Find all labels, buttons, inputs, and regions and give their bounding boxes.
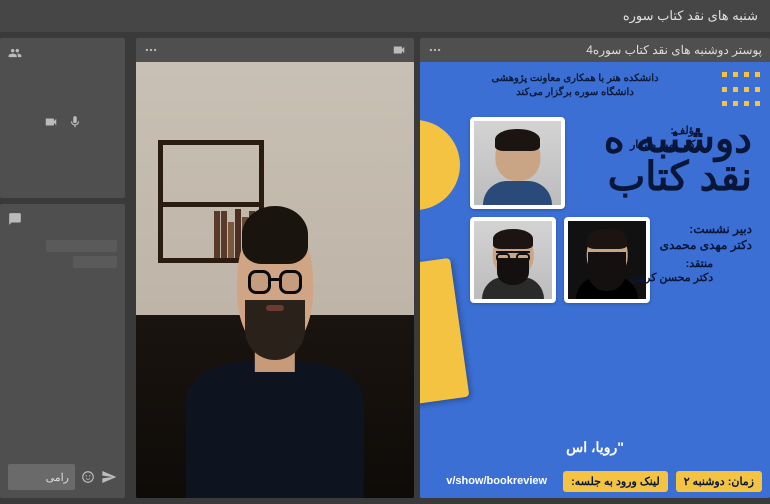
chat-input-row: رامی: [8, 464, 117, 490]
presenter-column: [130, 32, 420, 504]
presenter-video-pod: [136, 38, 414, 498]
main-layout: رامی: [0, 32, 770, 504]
share-pod: پوستر دوشنبه های نقد کتاب سوره4 دانشکده …: [420, 38, 770, 498]
book-cover: [420, 258, 469, 406]
share-pod-bar: پوستر دوشنبه های نقد کتاب سوره4: [420, 38, 770, 62]
link-value: v/show/bookreview: [438, 471, 555, 492]
chat-message: [46, 240, 117, 252]
send-icon[interactable]: [101, 469, 117, 485]
chat-icon: [8, 212, 22, 226]
camera-icon: [392, 43, 406, 57]
moderator-label: دبیر نشست: دکتر مهدی محمدی: [660, 222, 752, 253]
poster-organizer: دانشکده هنر با همکاری معاونت پژوهشی دانش…: [430, 72, 720, 100]
author-label: مؤلف: دکتر امیر مازیار: [630, 124, 700, 153]
presenter-pod-bar: [136, 38, 414, 62]
critic-photo: [470, 217, 556, 303]
self-media-controls: [8, 115, 117, 129]
attendee-pod-header: [8, 46, 117, 60]
time-label: زمان: دوشنبه ۲: [676, 471, 762, 492]
link-label: لینک ورود به جلسه:: [563, 471, 668, 492]
chat-pod-header: [8, 212, 117, 226]
share-title: پوستر دوشنبه های نقد کتاب سوره4: [586, 43, 762, 57]
chat-message: [73, 256, 117, 268]
chat-pod: رامی: [0, 204, 125, 498]
poster-subtitle: "رویا، اس: [430, 439, 760, 456]
critic-label: منتقد: دکتر محسن کرمی: [630, 257, 713, 286]
presenter-webcam: [136, 62, 414, 498]
meeting-title-bar: شنبه های نقد کتاب سوره: [0, 0, 770, 32]
attendee-video-pod: [0, 38, 125, 198]
poster-photo-grid: [470, 117, 620, 303]
shared-poster: دانشکده هنر با همکاری معاونت پژوهشی دانش…: [420, 62, 770, 498]
meeting-title: شنبه های نقد کتاب سوره: [623, 8, 758, 24]
side-column: رامی: [0, 32, 130, 504]
pod-options-icon[interactable]: [144, 43, 158, 57]
attendees-icon: [8, 46, 22, 60]
camera-icon[interactable]: [44, 115, 58, 129]
poster-footer: زمان: دوشنبه ۲ لینک ورود به جلسه: v/show…: [428, 471, 762, 492]
chat-input[interactable]: رامی: [8, 464, 75, 490]
mic-icon[interactable]: [68, 115, 82, 129]
emoji-icon[interactable]: [81, 470, 95, 484]
share-column: پوستر دوشنبه های نقد کتاب سوره4 دانشکده …: [420, 32, 770, 504]
chat-placeholder: رامی: [46, 471, 69, 484]
decorative-dots: [720, 72, 760, 112]
chat-messages: [8, 236, 117, 464]
pod-options-icon[interactable]: [428, 43, 442, 57]
author-photo: [470, 117, 565, 209]
